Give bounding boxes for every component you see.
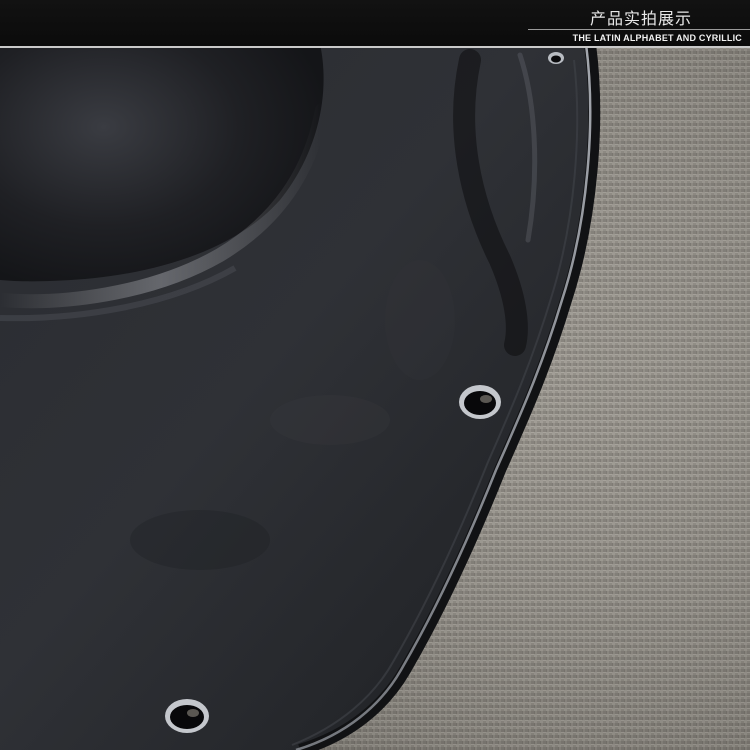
mounting-hole-top bbox=[548, 52, 564, 64]
banner-title: 产品实拍展示 bbox=[589, 9, 692, 28]
product-photo bbox=[0, 0, 750, 750]
mounting-hole-upper bbox=[459, 385, 501, 419]
banner-subtitle: THE LATIN ALPHABET AND CYRILLIC bbox=[572, 33, 742, 43]
product-photo-scene: 产品实拍展示 THE LATIN ALPHABET AND CYRILLIC bbox=[0, 0, 750, 750]
mounting-hole-lower bbox=[165, 699, 209, 733]
title-banner: 产品实拍展示 THE LATIN ALPHABET AND CYRILLIC bbox=[0, 0, 750, 48]
banner-divider bbox=[528, 29, 750, 30]
